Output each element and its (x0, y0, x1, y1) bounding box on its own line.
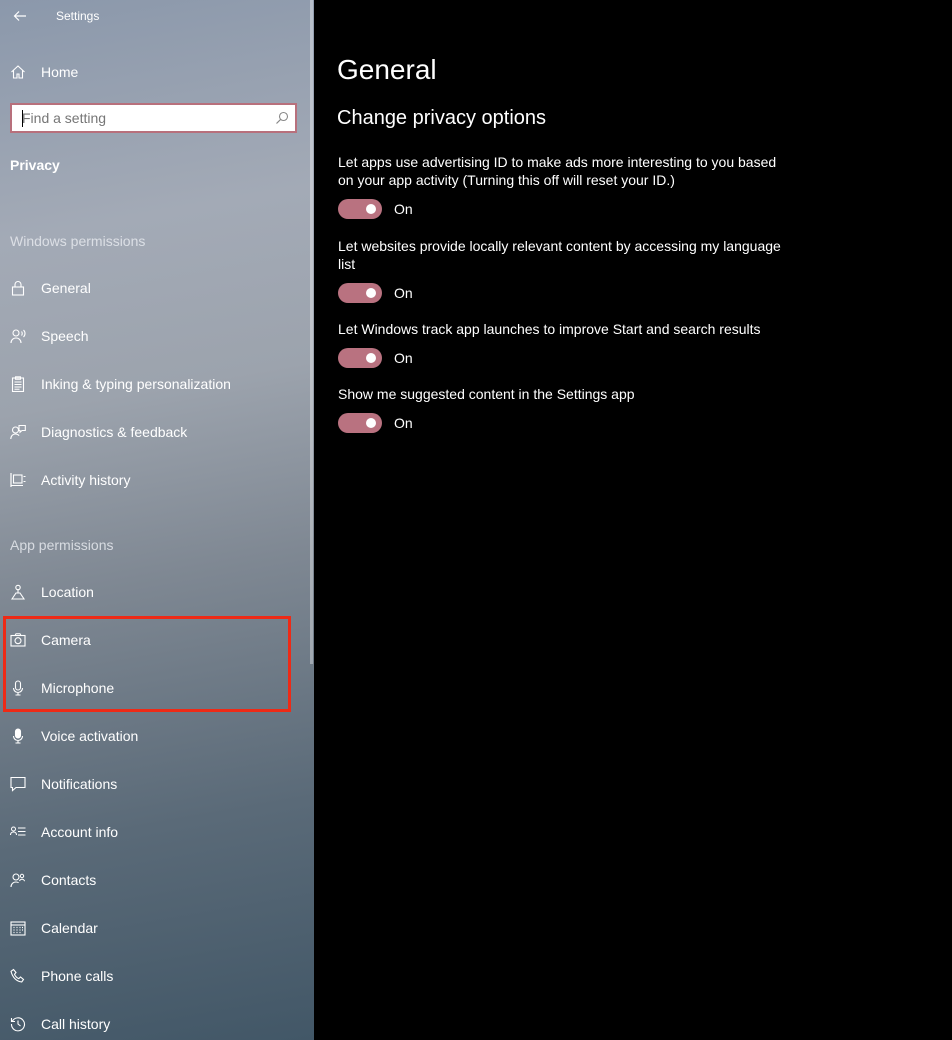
sidebar-item-general[interactable]: General (0, 264, 314, 312)
sidebar-item-label: Contacts (41, 872, 97, 888)
toggle-state-label: On (394, 350, 413, 366)
setting-app-launch-tracking: Let Windows track app launches to improv… (338, 320, 788, 369)
sidebar-item-account-info[interactable]: Account info (0, 808, 314, 856)
sidebar-item-activity-history[interactable]: Activity history (0, 456, 314, 504)
sidebar-item-calendar[interactable]: Calendar (0, 904, 314, 952)
sidebar-item-camera[interactable]: Camera (0, 616, 314, 664)
sidebar-item-label: Account info (41, 824, 119, 840)
sidebar-item-notifications[interactable]: Notifications (0, 760, 314, 808)
toggle-state-label: On (394, 415, 413, 431)
setting-suggested-content: Show me suggested content in the Setting… (338, 385, 788, 434)
toggle-knob (366, 288, 376, 298)
sidebar-item-call-history[interactable]: Call history (0, 1000, 314, 1040)
sidebar-item-label: Camera (41, 632, 91, 648)
main-content: General Change privacy options Let apps … (314, 0, 952, 1040)
sidebar-item-home[interactable]: Home (0, 48, 314, 96)
toggle-row: On (338, 198, 788, 220)
page-title: General (337, 54, 437, 85)
lock-icon (10, 280, 26, 296)
setting-advertising-id: Let apps use advertising ID to make ads … (338, 153, 788, 220)
sidebar-item-label: Inking & typing personalization (41, 376, 231, 392)
contacts-icon (10, 872, 26, 888)
sidebar-item-label: General (41, 280, 91, 296)
toggle-knob (366, 204, 376, 214)
clipboard-icon (10, 376, 26, 392)
search-box[interactable] (10, 103, 297, 133)
sidebar-item-label: Voice activation (41, 728, 139, 744)
group-header-windows-permissions: Windows permissions (10, 233, 146, 249)
toggle-row: On (338, 347, 788, 369)
text-caret (22, 110, 23, 127)
feedback-icon (10, 424, 26, 440)
phone-icon (10, 968, 26, 984)
sidebar-item-diagnostics-feedback[interactable]: Diagnostics & feedback (0, 408, 314, 456)
home-icon (10, 64, 26, 80)
language-list-toggle[interactable] (338, 283, 382, 303)
sidebar: Settings Home Privacy Windows permission… (0, 0, 314, 1040)
sidebar-item-label: Home (41, 64, 79, 80)
microphone-icon (10, 680, 26, 696)
location-icon (10, 584, 26, 600)
suggested-content-toggle[interactable] (338, 413, 382, 433)
toggle-row: On (338, 412, 788, 434)
sidebar-item-label: Location (41, 584, 94, 600)
sidebar-item-label: Speech (41, 328, 89, 344)
speech-icon (10, 328, 26, 344)
toggle-state-label: On (394, 201, 413, 217)
search-icon (276, 111, 289, 124)
section-title: Privacy (10, 157, 60, 173)
sidebar-item-inking-typing[interactable]: Inking & typing personalization (0, 360, 314, 408)
setting-language-list: Let websites provide locally relevant co… (338, 237, 788, 304)
setting-description: Let websites provide locally relevant co… (338, 238, 781, 272)
group-header-app-permissions: App permissions (10, 537, 114, 553)
sidebar-item-contacts[interactable]: Contacts (0, 856, 314, 904)
advertising-id-toggle[interactable] (338, 199, 382, 219)
sidebar-item-label: Notifications (41, 776, 118, 792)
sidebar-item-voice-activation[interactable]: Voice activation (0, 712, 314, 760)
notifications-icon (10, 776, 26, 792)
section-subtitle: Change privacy options (337, 107, 547, 129)
sidebar-item-phone-calls[interactable]: Phone calls (0, 952, 314, 1000)
app-title: Settings (56, 9, 100, 23)
setting-description: Show me suggested content in the Setting… (338, 386, 635, 402)
toggle-knob (366, 353, 376, 363)
sidebar-item-label: Call history (41, 1016, 111, 1032)
camera-icon (10, 632, 26, 648)
account-info-icon (10, 824, 26, 840)
search-input[interactable] (12, 105, 295, 131)
toggle-row: On (338, 282, 788, 304)
sidebar-item-label: Phone calls (41, 968, 114, 984)
sidebar-item-microphone[interactable]: Microphone (0, 664, 314, 712)
history-icon (10, 1016, 26, 1032)
sidebar-item-label: Calendar (41, 920, 98, 936)
toggle-knob (366, 418, 376, 428)
timeline-icon (10, 472, 26, 488)
sidebar-scrollbar[interactable] (310, 0, 313, 664)
sidebar-item-label: Microphone (41, 680, 115, 696)
toggle-state-label: On (394, 285, 413, 301)
voice-activation-icon (10, 728, 26, 744)
app-launch-tracking-toggle[interactable] (338, 348, 382, 368)
sidebar-item-label: Diagnostics & feedback (41, 424, 188, 440)
sidebar-item-label: Activity history (41, 472, 131, 488)
setting-description: Let Windows track app launches to improv… (338, 321, 761, 337)
back-button[interactable] (0, 0, 40, 32)
sidebar-item-speech[interactable]: Speech (0, 312, 314, 360)
sidebar-item-location[interactable]: Location (0, 568, 314, 616)
back-arrow-icon (13, 11, 26, 21)
calendar-icon (10, 920, 26, 936)
setting-description: Let apps use advertising ID to make ads … (338, 154, 777, 188)
